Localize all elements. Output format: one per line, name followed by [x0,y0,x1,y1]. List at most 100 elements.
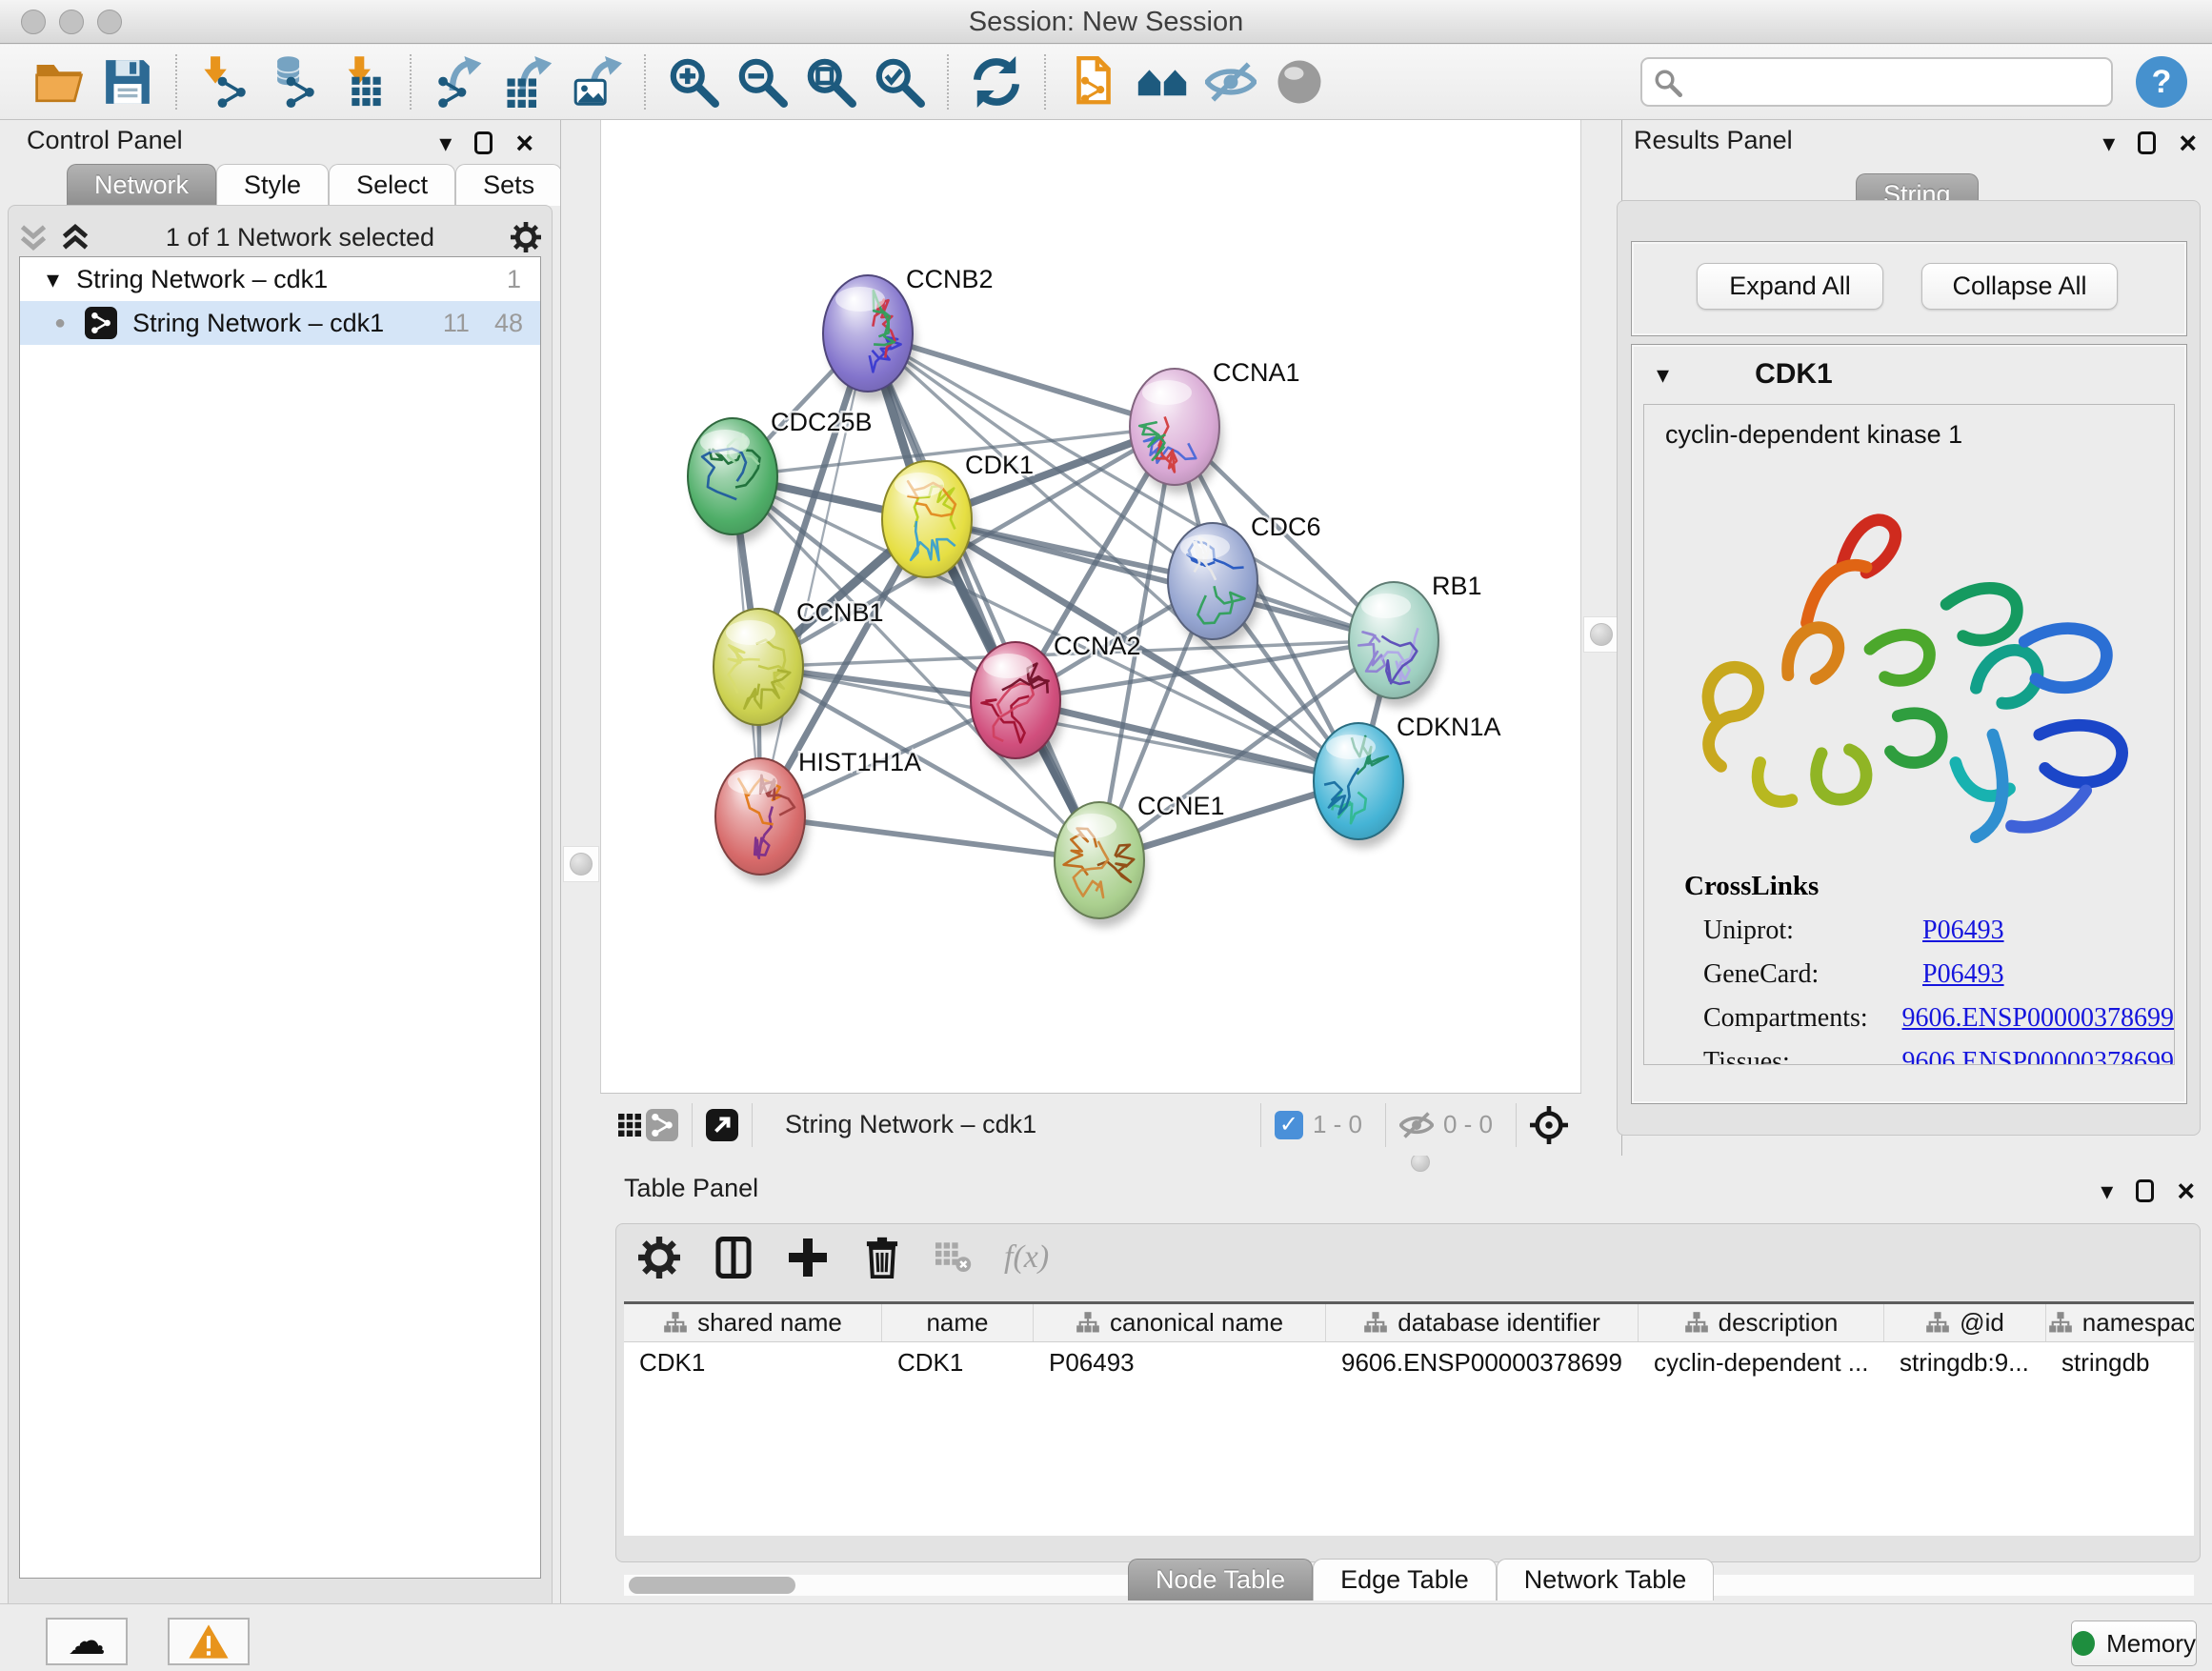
close-panel-button[interactable]: × [2177,1176,2195,1206]
tab-select[interactable]: Select [329,164,455,206]
network-edge[interactable] [760,333,868,816]
right-splitter-handle[interactable] [1583,616,1619,653]
help-button[interactable]: ? [2136,56,2187,108]
save-session-button[interactable] [99,53,156,111]
network-canvas[interactable]: CCNB2CCNA1CDC25BCDK1CDC6RB1CCNB1CCNA2CDK… [600,120,1581,1093]
column-header-namespace[interactable]: namespace [2046,1304,2194,1341]
column-header-canonical-name[interactable]: canonical name [1034,1304,1326,1341]
network-overview-button[interactable] [646,1109,678,1141]
zoom-fit-button[interactable] [802,53,859,111]
delete-column-icon[interactable] [861,1237,903,1278]
tree-expand-icon[interactable]: ▾ [47,267,59,292]
column-header-name[interactable]: name [882,1304,1034,1341]
collapse-section-icon[interactable]: ▾ [1657,362,1669,387]
refresh-layout-button[interactable] [968,53,1025,111]
close-panel-button[interactable]: × [2179,128,2197,158]
crosshair-icon[interactable] [1530,1106,1568,1144]
left-splitter-handle[interactable] [563,846,599,882]
expand-all-icon[interactable] [61,224,90,251]
network-node-CCNB1[interactable] [714,609,806,734]
left-splitter[interactable] [560,120,600,1603]
birdseye-button[interactable] [613,1109,646,1141]
close-panel-button[interactable]: × [515,128,533,158]
network-node-CDKN1A[interactable] [1314,723,1406,848]
detach-view-button[interactable] [706,1109,738,1141]
crosslink-link[interactable]: P06493 [1922,959,2004,990]
column-header--id[interactable]: @id [1884,1304,2046,1341]
import-table-from-file-button[interactable] [333,53,391,111]
import-network-from-database-button[interactable] [265,53,322,111]
network-node-CCNE1[interactable] [1055,802,1147,927]
collapse-panel-button[interactable]: ▾ [2101,1178,2113,1203]
export-image-button[interactable] [568,53,625,111]
expand-all-button[interactable]: Expand All [1697,263,1883,310]
search-input[interactable] [1640,57,2113,107]
float-panel-button[interactable] [474,131,493,154]
collapse-panel-button[interactable]: ▾ [2102,131,2115,155]
warnings-button[interactable] [168,1618,250,1665]
zoom-selected-button[interactable] [871,53,928,111]
table-row[interactable]: CDK1CDK1P064939606.ENSP00000378699cyclin… [624,1342,2194,1382]
network-node-CDC25B[interactable] [688,418,780,543]
export-network-button[interactable] [431,53,488,111]
cloud-status-button[interactable]: ☁ [46,1618,128,1665]
gear-icon[interactable] [511,222,541,252]
share-icon [651,1114,674,1137]
tab-node-table[interactable]: Node Table [1128,1559,1313,1601]
network-node-CDK1[interactable] [882,461,975,586]
memory-button[interactable]: Memory [2071,1621,2197,1666]
tab-sets[interactable]: Sets [455,164,562,206]
float-panel-button[interactable] [2136,1179,2154,1202]
columns-icon[interactable] [713,1237,754,1278]
node-label: HIST1H1A [798,748,921,776]
column-header-shared-name[interactable]: shared name [624,1304,882,1341]
table-cell[interactable]: CDK1 [624,1348,882,1378]
tab-style[interactable]: Style [216,164,329,206]
zoom-out-button[interactable] [734,53,791,111]
add-column-icon[interactable] [787,1237,829,1278]
home-button[interactable] [1134,53,1191,111]
hidden-node-edge-count: 0 - 0 [1443,1110,1493,1139]
network-collection-row[interactable]: ▾ String Network – cdk1 1 [20,257,540,301]
network-node-CCNB2[interactable] [823,275,915,400]
column-header-description[interactable]: description [1639,1304,1884,1341]
network-edge[interactable] [760,816,1099,860]
network-node-RB1[interactable] [1349,582,1441,707]
gene-section-header[interactable]: ▾ CDK1 [1657,358,1833,391]
sitemap-icon [1925,1311,1950,1336]
tab-edge-table[interactable]: Edge Table [1313,1559,1497,1601]
table-cell[interactable]: stringdb:9... [1884,1348,2046,1378]
crosslink-link[interactable]: 9606.ENSP00000378699 [1902,1003,2174,1034]
table-cell[interactable]: stringdb [2046,1348,2194,1378]
column-header-database-identifier[interactable]: database identifier [1326,1304,1639,1341]
presentation-mode-button[interactable] [1271,53,1328,111]
network-graph[interactable]: CCNB2CCNA1CDC25BCDK1CDC6RB1CCNB1CCNA2CDK… [601,120,1582,1093]
crosslink-row: Uniprot:P06493 [1703,916,2174,946]
import-network-from-file-button[interactable] [196,53,253,111]
table-cell[interactable]: CDK1 [882,1348,1034,1378]
table-cell[interactable]: 9606.ENSP00000378699 [1326,1348,1639,1378]
crosslink-link[interactable]: P06493 [1922,916,2004,946]
network-node-CDC6[interactable] [1168,523,1260,648]
export-table-button[interactable] [499,53,556,111]
network-node-HIST1H1A[interactable] [715,758,808,883]
scrollbar-thumb[interactable] [629,1577,795,1594]
crosslink-link[interactable]: 9606.ENSP00000378699 [1902,1047,2174,1065]
tab-network-table[interactable]: Network Table [1497,1559,1715,1601]
selected-checkbox-icon[interactable]: ✓ [1275,1111,1303,1139]
toolbar-separator [692,1103,693,1147]
import-string-file-button[interactable] [1065,53,1122,111]
open-session-button[interactable] [30,53,88,111]
collapse-all-button[interactable]: Collapse All [1921,263,2118,310]
zoom-in-button[interactable] [665,53,722,111]
collapse-panel-button[interactable]: ▾ [439,131,452,155]
collapse-all-icon[interactable] [19,224,48,251]
table-cell[interactable]: P06493 [1034,1348,1326,1378]
gear-icon[interactable] [638,1237,680,1278]
network-node-CCNA2[interactable] [971,642,1063,767]
tab-network[interactable]: Network [67,164,216,206]
hide-panels-button[interactable] [1202,53,1259,111]
float-panel-button[interactable] [2138,131,2156,154]
table-cell[interactable]: cyclin-dependent ... [1639,1348,1884,1378]
network-row-selected[interactable]: ● String Network – cdk1 11 48 [20,301,540,345]
